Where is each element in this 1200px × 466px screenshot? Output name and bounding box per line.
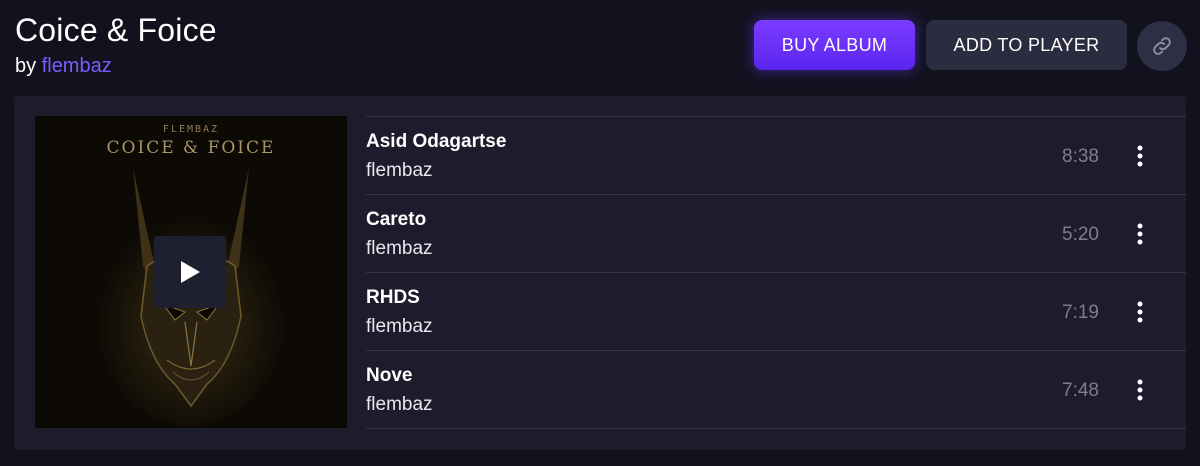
artist-link[interactable]: flembaz bbox=[42, 55, 112, 77]
album-page: Coice & Foice by flembaz BUY ALBUM ADD T… bbox=[0, 0, 1200, 466]
by-prefix: by bbox=[15, 55, 37, 77]
album-cover: FLEMBAZ COICE & FOICE bbox=[35, 116, 347, 428]
track-duration: 7:48 bbox=[1062, 380, 1099, 401]
more-vertical-icon bbox=[1137, 379, 1143, 401]
track-artist: flembaz bbox=[366, 394, 433, 415]
album-panel: FLEMBAZ COICE & FOICE Asid Odagartse fle… bbox=[14, 96, 1186, 450]
track-row[interactable]: Nove flembaz 7:48 bbox=[366, 351, 1186, 429]
more-vertical-icon bbox=[1137, 223, 1143, 245]
track-row[interactable]: Asid Odagartse flembaz 8:38 bbox=[366, 117, 1186, 195]
track-more-button[interactable] bbox=[1130, 219, 1150, 249]
copy-link-button[interactable] bbox=[1137, 21, 1187, 71]
add-to-player-button[interactable]: ADD TO PLAYER bbox=[926, 20, 1127, 70]
track-row[interactable]: Careto flembaz 5:20 bbox=[366, 195, 1186, 273]
byline: by flembaz bbox=[15, 55, 112, 78]
more-vertical-icon bbox=[1137, 301, 1143, 323]
track-title: RHDS bbox=[366, 287, 420, 308]
track-duration: 7:19 bbox=[1062, 302, 1099, 323]
track-row[interactable]: RHDS flembaz 7:19 bbox=[366, 273, 1186, 351]
track-artist: flembaz bbox=[366, 160, 433, 181]
track-title: Asid Odagartse bbox=[366, 131, 507, 152]
track-title: Careto bbox=[366, 209, 427, 230]
album-title: Coice & Foice bbox=[15, 12, 217, 48]
track-list: Asid Odagartse flembaz 8:38 Careto flemb… bbox=[366, 116, 1186, 429]
track-more-button[interactable] bbox=[1130, 297, 1150, 327]
track-duration: 5:20 bbox=[1062, 224, 1099, 245]
play-button[interactable] bbox=[154, 236, 226, 308]
play-icon bbox=[181, 261, 200, 283]
track-more-button[interactable] bbox=[1130, 375, 1150, 405]
track-title: Nove bbox=[366, 365, 413, 386]
more-vertical-icon bbox=[1137, 145, 1143, 167]
cover-title-text: COICE & FOICE bbox=[106, 138, 276, 158]
track-more-button[interactable] bbox=[1130, 141, 1150, 171]
track-artist: flembaz bbox=[366, 316, 433, 337]
track-artist: flembaz bbox=[366, 238, 433, 259]
link-icon bbox=[1153, 37, 1171, 55]
track-duration: 8:38 bbox=[1062, 146, 1099, 167]
buy-album-button[interactable]: BUY ALBUM bbox=[754, 20, 915, 70]
cover-artist-text: FLEMBAZ bbox=[162, 124, 220, 135]
